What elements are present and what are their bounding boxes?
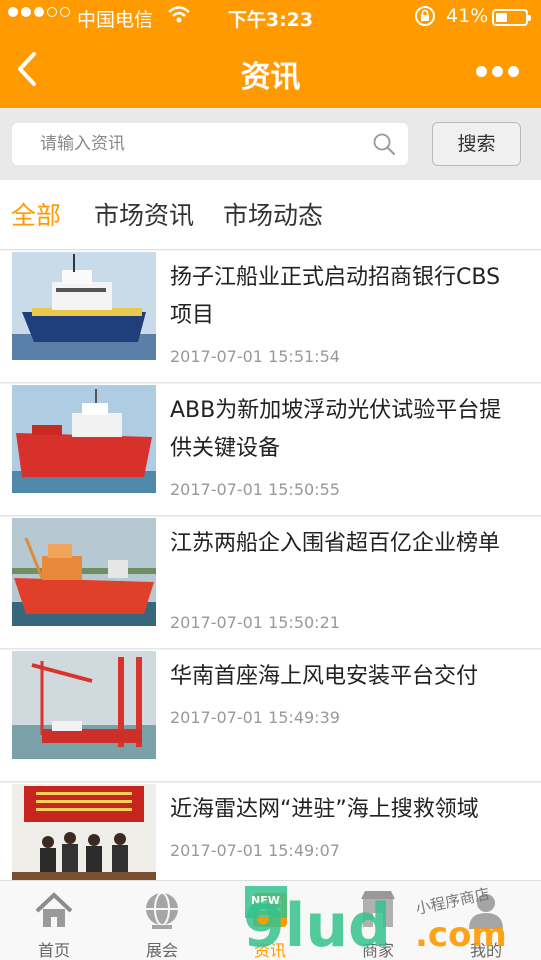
tabbar-item-news[interactable]: 资讯 [216,881,324,960]
article-date: 2017-07-01 15:51:54 [170,347,340,366]
article-title: 近海雷达网“进驻”海上搜救领域 [170,797,479,822]
tabbar-item-home[interactable]: 首页 [0,881,108,960]
list-item[interactable]: 华南首座海上风电安装平台交付 2017-07-01 15:49:39 [0,650,541,782]
tabbar-item-exhibition[interactable]: 展会 [108,881,216,960]
tab-market-trends[interactable]: 市场动态 [223,196,323,232]
tab-market-news[interactable]: 市场资讯 [94,196,194,232]
status-bar: 中国电信 下午3:23 41% [0,0,541,34]
tabbar-label: 首页 [37,941,70,960]
article-title: 华南首座海上风电安装平台交付 [170,664,479,689]
page-title: 资讯 [240,60,301,95]
dot-icon [508,66,519,77]
tabbar-label: 资讯 [253,941,286,960]
article-date: 2017-07-01 15:49:39 [170,708,340,727]
tabbar-item-mine[interactable]: 我的 [432,881,540,960]
article-thumbnail [12,784,156,892]
tab-all[interactable]: 全部 [11,196,61,232]
article-thumbnail [12,651,156,759]
search-input[interactable] [12,123,352,165]
search-icon[interactable] [372,132,396,160]
user-icon [469,894,503,929]
list-item[interactable]: 扬子江船业正式启动招商银行CBS项目 2017-07-01 15:51:54 [0,251,541,383]
home-icon [35,892,73,927]
navigation-bar: 资讯 [0,34,541,108]
dot-icon [476,66,487,77]
battery-icon [492,9,531,26]
article-title: 扬子江船业正式启动招商银行CBS项目 [170,265,501,328]
list-item[interactable]: 江苏两船企入围省超百亿企业榜单 2017-07-01 15:50:21 [0,517,541,649]
store-icon [361,891,395,927]
search-button[interactable]: 搜索 [432,122,521,166]
dot-icon [492,66,503,77]
article-thumbnail [12,385,156,493]
more-menu-button[interactable] [471,66,519,77]
article-date: 2017-07-01 15:50:21 [170,613,340,632]
search-bar: 搜索 [0,108,541,180]
tabbar-label: 商家 [361,941,394,960]
globe-icon [146,892,178,929]
news-icon [253,893,287,927]
orientation-lock-icon [414,5,436,32]
article-title: 江苏两船企入围省超百亿企业榜单 [170,531,501,556]
search-box [12,123,408,165]
article-title: ABB为新加坡浮动光伏试验平台提供关键设备 [170,398,502,461]
battery-percent: 41% [446,5,489,27]
article-thumbnail [12,518,156,626]
bottom-tab-bar: 首页 展会 资讯 商家 我的 [0,880,541,960]
tabbar-item-merchants[interactable]: 商家 [324,881,432,960]
list-item[interactable]: ABB为新加坡浮动光伏试验平台提供关键设备 2017-07-01 15:50:5… [0,384,541,516]
tabbar-label: 展会 [145,941,178,960]
tabbar-label: 我的 [469,941,502,960]
category-tabs: 全部 市场资讯 市场动态 [0,180,541,250]
article-date: 2017-07-01 15:50:55 [170,480,340,499]
article-date: 2017-07-01 15:49:07 [170,841,340,860]
article-thumbnail [12,252,156,360]
